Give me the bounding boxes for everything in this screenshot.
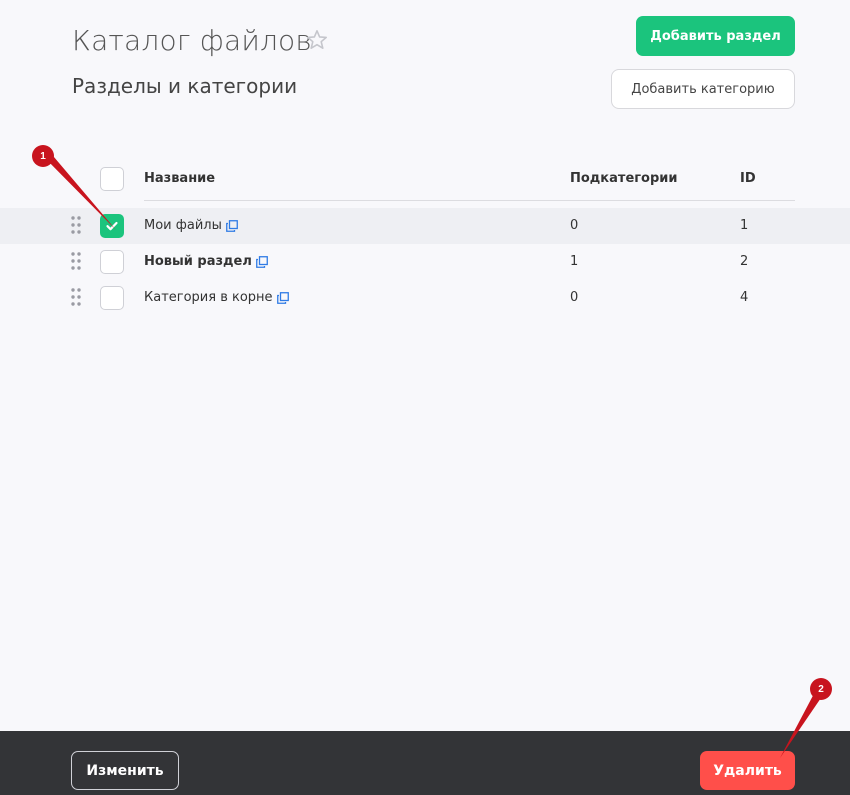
page-title: Каталог файлов xyxy=(72,24,312,57)
table-row[interactable]: Мои файлы 0 1 xyxy=(0,208,850,244)
row-subcategories: 0 xyxy=(570,290,579,305)
star-icon[interactable] xyxy=(305,28,329,52)
row-name-link[interactable]: Категория в корне xyxy=(144,290,289,305)
check-icon xyxy=(106,221,118,231)
row-checkbox[interactable] xyxy=(100,286,124,310)
table-header: Название Подкатегории ID xyxy=(0,155,850,201)
row-name[interactable]: Мои файлы xyxy=(144,218,222,233)
annotation-marker-2: 2 xyxy=(810,678,832,700)
row-subcategories: 0 xyxy=(570,218,579,233)
drag-handle-icon[interactable] xyxy=(71,252,81,270)
row-name-link[interactable]: Новый раздел xyxy=(144,254,268,269)
row-subcategories: 1 xyxy=(570,254,579,269)
add-section-button[interactable]: Добавить раздел xyxy=(636,16,795,56)
row-checkbox[interactable] xyxy=(100,214,124,238)
row-id: 1 xyxy=(740,218,749,233)
column-header-id[interactable]: ID xyxy=(740,171,756,186)
section-subtitle: Разделы и категории xyxy=(72,74,298,98)
annotation-marker-1: 1 xyxy=(32,145,54,167)
annotation-arrows xyxy=(41,150,825,758)
row-name-link[interactable]: Мои файлы xyxy=(144,218,238,233)
edit-button[interactable]: Изменить xyxy=(71,751,179,790)
table-row[interactable]: Категория в корне 0 4 xyxy=(0,280,850,316)
select-all-checkbox[interactable] xyxy=(100,167,124,191)
open-in-new-icon[interactable] xyxy=(225,219,238,232)
header-divider xyxy=(144,200,795,201)
drag-handle-icon[interactable] xyxy=(71,288,81,306)
row-name[interactable]: Категория в корне xyxy=(144,290,273,305)
column-header-name[interactable]: Название xyxy=(144,171,215,186)
action-footer: Изменить Удалить xyxy=(0,731,850,795)
drag-handle-icon[interactable] xyxy=(71,216,81,234)
table-row[interactable]: Новый раздел 1 2 xyxy=(0,244,850,280)
delete-button[interactable]: Удалить xyxy=(700,751,795,790)
add-category-button[interactable]: Добавить категорию xyxy=(611,69,795,109)
row-checkbox[interactable] xyxy=(100,250,124,274)
open-in-new-icon[interactable] xyxy=(256,255,268,268)
column-header-subcategories[interactable]: Подкатегории xyxy=(570,171,678,186)
row-name[interactable]: Новый раздел xyxy=(144,254,252,269)
row-id: 2 xyxy=(740,254,749,269)
open-in-new-icon[interactable] xyxy=(276,291,289,304)
row-id: 4 xyxy=(740,290,749,305)
